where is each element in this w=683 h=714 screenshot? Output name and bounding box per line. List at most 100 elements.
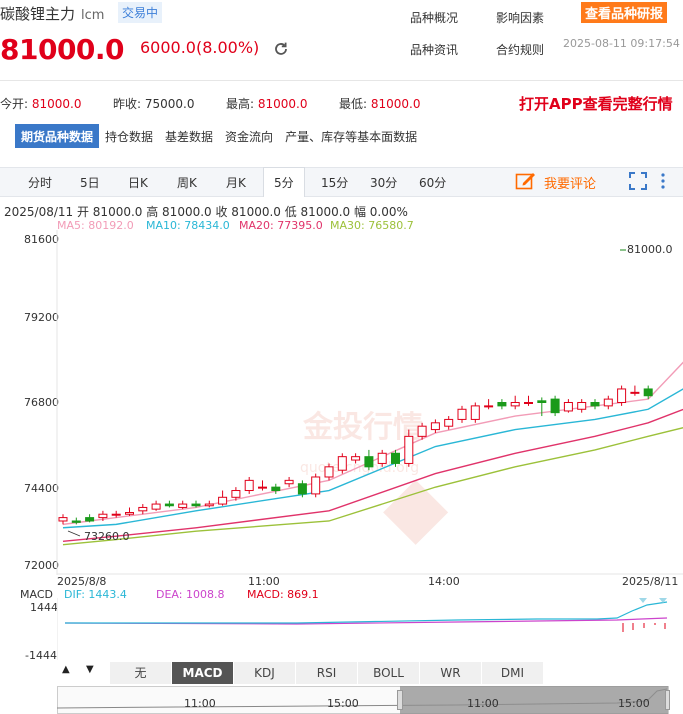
candle bbox=[524, 395, 533, 406]
navigator-right-handle[interactable] bbox=[665, 690, 670, 710]
navigator-tick: 11:00 bbox=[184, 697, 216, 710]
comment-button[interactable]: 我要评论 bbox=[544, 173, 596, 192]
period-60min[interactable]: 60分 bbox=[419, 174, 446, 191]
candle bbox=[444, 416, 454, 430]
tab-fundamentals[interactable]: 产量、库存等基本面数据 bbox=[279, 124, 423, 148]
link-overview[interactable]: 品种概况 bbox=[410, 9, 458, 26]
dif-line bbox=[65, 601, 668, 624]
research-report-button[interactable]: 查看品种研报 bbox=[581, 2, 668, 23]
ohlc-readout: 2025/08/11 开 81000.0 高 81000.0 收 81000.0… bbox=[4, 205, 408, 219]
candle bbox=[178, 500, 188, 510]
tab-fund-flow[interactable]: 资金流向 bbox=[219, 124, 279, 148]
indicator-bar: 无 MACD KDJ RSI BOLL WR DMI bbox=[110, 662, 544, 684]
candle bbox=[550, 395, 560, 417]
candle bbox=[617, 385, 627, 406]
x-tick: 14:00 bbox=[428, 575, 460, 588]
arrow-down-icon[interactable]: ▼ bbox=[86, 664, 94, 675]
candle bbox=[244, 476, 254, 494]
stat-prev-close: 昨收: 75000.0 bbox=[113, 97, 195, 111]
macd-histogram bbox=[622, 623, 666, 632]
instrument-code: lcm bbox=[81, 8, 105, 23]
indicator-none[interactable]: 无 bbox=[110, 662, 172, 684]
candle bbox=[311, 473, 321, 498]
x-tick: 11:00 bbox=[248, 575, 280, 588]
watermark-url: quote.cngold.org bbox=[300, 460, 419, 476]
x-tick: 2025/8/11 bbox=[622, 575, 679, 588]
trading-status-badge: 交易中 bbox=[118, 2, 163, 23]
x-tick: 2025/8/8 bbox=[57, 575, 107, 588]
period-week[interactable]: 周K bbox=[177, 174, 197, 191]
last-price: 81000.0 bbox=[0, 33, 125, 66]
candle bbox=[85, 514, 95, 523]
indicator-macd[interactable]: MACD bbox=[172, 662, 234, 684]
candle bbox=[430, 419, 440, 433]
navigator-tick: 15:00 bbox=[327, 697, 359, 710]
fullscreen-icon[interactable] bbox=[629, 172, 647, 190]
indicator-kdj[interactable]: KDJ bbox=[234, 662, 296, 684]
candle bbox=[457, 405, 467, 423]
candle bbox=[151, 500, 161, 511]
candle bbox=[590, 399, 600, 410]
open-app-link[interactable]: 打开APP查看完整行情 bbox=[519, 93, 673, 114]
indicator-dmi[interactable]: DMI bbox=[482, 662, 544, 684]
candle bbox=[125, 507, 134, 516]
arrow-up-icon[interactable]: ▲ bbox=[62, 664, 70, 675]
period-day[interactable]: 日K bbox=[128, 174, 148, 191]
edit-comment-icon[interactable] bbox=[515, 171, 537, 191]
period-intraday[interactable]: 分时 bbox=[28, 174, 52, 191]
signal-arrow-icon bbox=[639, 598, 667, 603]
data-tabs: 期货品种数据 持仓数据 基差数据 资金流向 产量、库存等基本面数据 bbox=[15, 124, 423, 148]
period-month[interactable]: 月K bbox=[226, 174, 246, 191]
low-price-label: 73260.0 bbox=[84, 530, 130, 543]
candle bbox=[630, 385, 640, 396]
tab-futures-data[interactable]: 期货品种数据 bbox=[15, 124, 100, 148]
candle bbox=[364, 449, 374, 471]
indicator-wr[interactable]: WR bbox=[420, 662, 482, 684]
candle bbox=[218, 490, 228, 506]
navigator-tick: 11:00 bbox=[467, 697, 499, 710]
candle bbox=[164, 500, 174, 508]
candle bbox=[470, 402, 480, 423]
candle bbox=[204, 500, 214, 508]
link-news[interactable]: 品种资讯 bbox=[410, 41, 458, 58]
last-price-label: 81000.0 bbox=[627, 243, 673, 256]
candle bbox=[284, 476, 294, 488]
link-factors[interactable]: 影响因素 bbox=[496, 9, 544, 26]
stat-high: 最高: 81000.0 bbox=[226, 97, 308, 111]
divider bbox=[0, 80, 683, 81]
macd-y-top: 1444 bbox=[30, 601, 58, 614]
period-5day[interactable]: 5日 bbox=[80, 174, 100, 191]
candle bbox=[563, 399, 573, 413]
more-icon[interactable] bbox=[659, 172, 667, 190]
candle bbox=[510, 395, 520, 410]
candle bbox=[497, 399, 507, 410]
period-5min[interactable]: 5分 bbox=[263, 167, 305, 197]
candle bbox=[484, 399, 494, 410]
macd-chart bbox=[57, 598, 668, 660]
instrument-title: 碳酸锂主力 lcm bbox=[0, 3, 104, 24]
tab-basis[interactable]: 基差数据 bbox=[159, 124, 219, 148]
candle bbox=[138, 504, 148, 515]
period-15min[interactable]: 15分 bbox=[321, 174, 348, 191]
candlestick-chart[interactable]: 金投行情 quote.cngold.org 81000.0 73260.0 bbox=[0, 230, 683, 575]
ma5-line bbox=[62, 361, 683, 526]
candle bbox=[58, 514, 68, 525]
price-change: 6000.0(8.00%) bbox=[140, 38, 260, 57]
stat-open: 今开: 81000.0 bbox=[0, 97, 82, 111]
candle bbox=[603, 395, 613, 410]
navigator-left-handle[interactable] bbox=[397, 690, 403, 710]
candle bbox=[258, 480, 267, 491]
indicator-rsi[interactable]: RSI bbox=[296, 662, 358, 684]
period-30min[interactable]: 30分 bbox=[370, 174, 397, 191]
stat-low: 最低: 81000.0 bbox=[339, 97, 421, 111]
instrument-name: 碳酸锂主力 bbox=[0, 5, 76, 23]
link-contract-rules[interactable]: 合约规则 bbox=[496, 41, 544, 58]
macd-y-bottom: -1444 bbox=[25, 649, 57, 662]
timestamp: 2025-08-11 09:17:54 bbox=[563, 37, 680, 50]
indicator-boll[interactable]: BOLL bbox=[358, 662, 420, 684]
navigator-tick: 15:00 bbox=[618, 697, 650, 710]
refresh-icon[interactable] bbox=[272, 40, 290, 58]
tab-positions[interactable]: 持仓数据 bbox=[99, 124, 159, 148]
macd-title: MACD bbox=[20, 588, 53, 601]
candle bbox=[337, 453, 347, 474]
